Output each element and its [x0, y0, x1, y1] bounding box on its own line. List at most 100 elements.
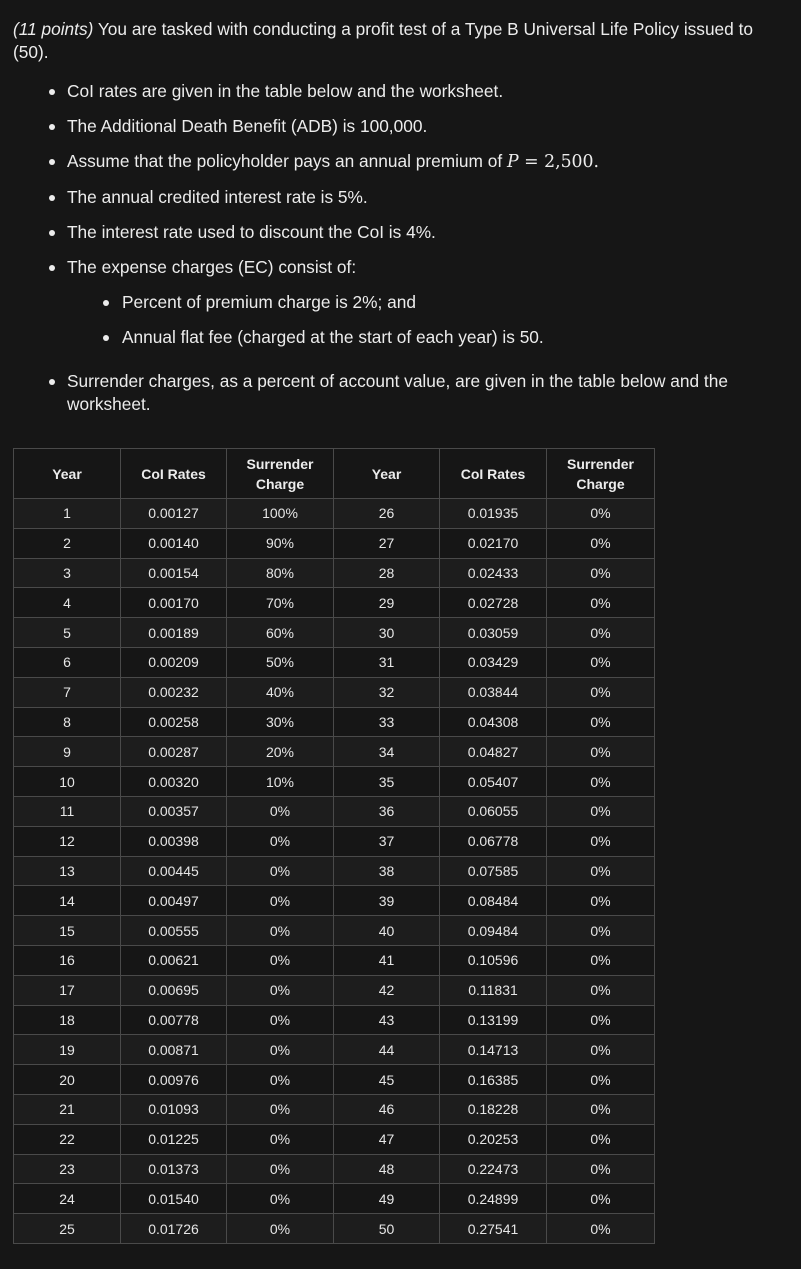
cell-surrender-charge: 0% — [226, 1004, 334, 1036]
cell-surrender-charge: 0% — [226, 1153, 334, 1185]
table-row: 23 0.01373 0% 48 0.22473 0% — [13, 1153, 655, 1185]
table-row: 8 0.00258 30% 33 0.04308 0% — [13, 706, 655, 738]
table-body: 1 0.00127 100% 26 0.01935 0% 2 0.00140 90% 27 0.02… — [13, 498, 655, 1244]
cell-surrender-charge: 0% — [546, 1183, 655, 1215]
cell-year: 6 — [13, 646, 121, 678]
cell-surrender-charge: 90% — [226, 527, 334, 559]
cell-surrender-charge: 0% — [546, 1213, 655, 1244]
cell-year: 48 — [333, 1153, 440, 1185]
bullet-surrender-text: Surrender charges, as a percent of accou… — [67, 371, 728, 414]
cell-coi-rate: 0.07585 — [439, 855, 547, 887]
cell-year: 13 — [13, 855, 121, 887]
cell-coi-rate: 0.00232 — [120, 676, 227, 708]
cell-year: 40 — [333, 915, 440, 946]
cell-surrender-charge: 100% — [226, 498, 334, 529]
bullet-dot-icon — [49, 379, 55, 385]
cell-surrender-charge: 0% — [546, 1004, 655, 1036]
cell-year: 36 — [333, 795, 440, 827]
cell-year: 10 — [13, 766, 121, 797]
cell-year: 19 — [13, 1034, 121, 1066]
assumption-list: CoI rates are given in the table below a… — [13, 80, 787, 416]
cell-coi-rate: 0.00871 — [120, 1034, 227, 1066]
bullet-dot-icon — [49, 230, 55, 236]
cell-year: 43 — [333, 1004, 440, 1036]
intro-text: You are tasked with conducting a profit … — [13, 19, 753, 62]
cell-year: 45 — [333, 1064, 440, 1095]
premium-formula: P = 2,500. — [507, 152, 599, 172]
cell-year: 33 — [333, 706, 440, 738]
cell-coi-rate: 0.00209 — [120, 646, 227, 678]
bullet-dot-icon — [49, 124, 55, 130]
cell-surrender-charge: 60% — [226, 617, 334, 648]
header-year: Year — [333, 448, 440, 499]
cell-year: 20 — [13, 1064, 121, 1095]
cell-year: 16 — [13, 944, 121, 976]
coi-rates-table: Year CoI Rates Surrender Charge Year CoI… — [13, 448, 655, 1244]
bullet-dot-icon — [49, 159, 55, 165]
cell-surrender-charge: 0% — [546, 795, 655, 827]
cell-surrender-charge: 0% — [546, 766, 655, 797]
cell-coi-rate: 0.00154 — [120, 557, 227, 589]
table-row: 6 0.00209 50% 31 0.03429 0% — [13, 646, 655, 678]
cell-coi-rate: 0.00778 — [120, 1004, 227, 1036]
table-row: 3 0.00154 80% 28 0.02433 0% — [13, 557, 655, 589]
bullet-adb: The Additional Death Benefit (ADB) is 10… — [13, 115, 787, 138]
table-row: 12 0.00398 0% 37 0.06778 0% — [13, 825, 655, 857]
table-row: 20 0.00976 0% 45 0.16385 0% — [13, 1064, 655, 1095]
cell-surrender-charge: 0% — [546, 646, 655, 678]
cell-surrender-charge: 0% — [546, 557, 655, 589]
cell-surrender-charge: 0% — [546, 1093, 655, 1125]
cell-year: 44 — [333, 1034, 440, 1066]
cell-coi-rate: 0.09484 — [439, 915, 547, 946]
cell-surrender-charge: 0% — [546, 825, 655, 857]
cell-coi-rate: 0.00320 — [120, 766, 227, 797]
bullet-coi-text: CoI rates are given in the table below a… — [67, 81, 504, 101]
cell-surrender-charge: 0% — [226, 915, 334, 946]
bullet-coi: CoI rates are given in the table below a… — [13, 80, 787, 103]
cell-coi-rate: 0.00398 — [120, 825, 227, 857]
table-row: 16 0.00621 0% 41 0.10596 0% — [13, 944, 655, 976]
table-row: 18 0.00778 0% 43 0.13199 0% — [13, 1004, 655, 1036]
cell-year: 25 — [13, 1213, 121, 1244]
problem-intro: (11 points) You are tasked with conducti… — [13, 18, 787, 64]
table-row: 24 0.01540 0% 49 0.24899 0% — [13, 1183, 655, 1215]
bullet-discount-text: The interest rate used to discount the C… — [67, 222, 436, 242]
table-row: 10 0.00320 10% 35 0.05407 0% — [13, 766, 655, 797]
cell-year: 39 — [333, 885, 440, 917]
cell-surrender-charge: 0% — [226, 795, 334, 827]
cell-coi-rate: 0.27541 — [439, 1213, 547, 1244]
cell-coi-rate: 0.00497 — [120, 885, 227, 917]
cell-coi-rate: 0.03429 — [439, 646, 547, 678]
cell-year: 7 — [13, 676, 121, 708]
cell-coi-rate: 0.05407 — [439, 766, 547, 797]
cell-year: 37 — [333, 825, 440, 857]
cell-year: 35 — [333, 766, 440, 797]
cell-coi-rate: 0.00189 — [120, 617, 227, 648]
points-label: (11 points) — [13, 19, 94, 39]
cell-surrender-charge: 0% — [546, 498, 655, 529]
cell-year: 31 — [333, 646, 440, 678]
table-row: 19 0.00871 0% 44 0.14713 0% — [13, 1034, 655, 1066]
bullet-dot-icon — [103, 335, 109, 341]
cell-coi-rate: 0.00258 — [120, 706, 227, 738]
cell-coi-rate: 0.06055 — [439, 795, 547, 827]
bullet-expense-percent-text: Percent of premium charge is 2%; and — [122, 292, 416, 312]
cell-coi-rate: 0.00695 — [120, 974, 227, 1006]
cell-coi-rate: 0.00445 — [120, 855, 227, 887]
table-row: 2 0.00140 90% 27 0.02170 0% — [13, 527, 655, 559]
table-row: 5 0.00189 60% 30 0.03059 0% — [13, 617, 655, 648]
cell-surrender-charge: 0% — [546, 527, 655, 559]
cell-coi-rate: 0.00140 — [120, 527, 227, 559]
cell-surrender-charge: 0% — [546, 676, 655, 708]
bullet-credited-text: The annual credited interest rate is 5%. — [67, 187, 368, 207]
cell-coi-rate: 0.04308 — [439, 706, 547, 738]
cell-coi-rate: 0.13199 — [439, 1004, 547, 1036]
cell-surrender-charge: 50% — [226, 646, 334, 678]
cell-surrender-charge: 30% — [226, 706, 334, 738]
cell-year: 26 — [333, 498, 440, 529]
table-row: 17 0.00695 0% 42 0.11831 0% — [13, 974, 655, 1006]
header-year: Year — [13, 448, 121, 499]
table-row: 21 0.01093 0% 46 0.18228 0% — [13, 1093, 655, 1125]
cell-year: 5 — [13, 617, 121, 648]
premium-value: = 2,500. — [518, 152, 600, 172]
